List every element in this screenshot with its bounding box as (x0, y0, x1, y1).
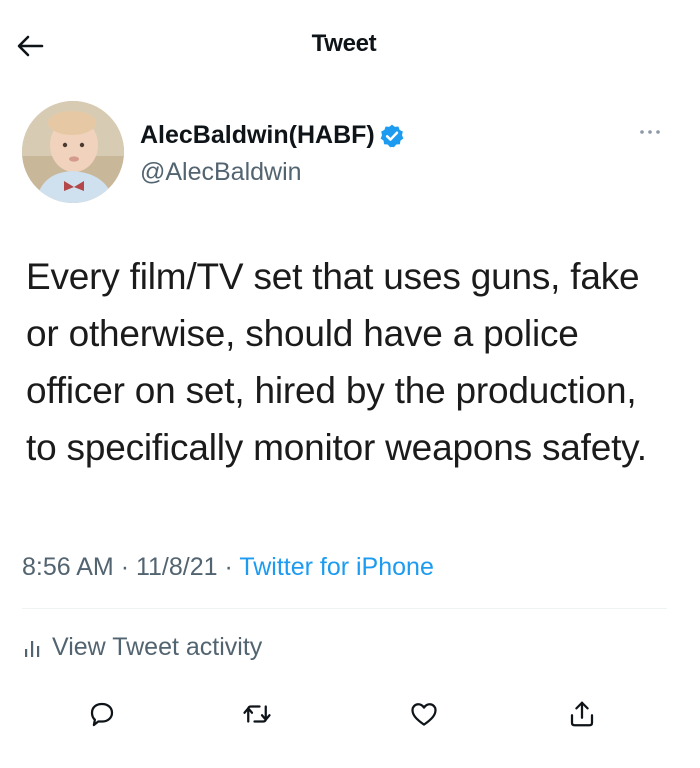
more-options-button[interactable] (636, 122, 664, 142)
tweet-time: 8:56 AM (22, 553, 114, 581)
meta-separator: · (120, 553, 130, 581)
page-title: Tweet (311, 30, 377, 57)
heart-icon (411, 703, 437, 726)
author-name-text: AlecBaldwin(HABF) (140, 121, 375, 149)
share-button[interactable] (562, 694, 602, 734)
tweet-header: Tweet (0, 0, 700, 90)
avatar-image (22, 101, 124, 203)
meta-separator: · (224, 553, 233, 581)
tweet-text: Every film/TV set that uses guns, fake o… (26, 256, 647, 468)
divider (22, 608, 667, 609)
retweet-icon (243, 705, 271, 723)
reply-button[interactable] (82, 694, 122, 734)
view-tweet-activity-link[interactable]: View Tweet activity (22, 633, 262, 662)
verified-badge-icon (380, 124, 404, 147)
tweet-date: 11/8/21 (135, 553, 218, 581)
author-handle[interactable]: @AlecBaldwin (140, 158, 302, 187)
tweet-source-link[interactable]: Twitter for iPhone (239, 553, 434, 581)
bar-chart-icon (25, 640, 40, 657)
author-display-name[interactable]: AlecBaldwin(HABF) (140, 121, 405, 150)
reply-icon (90, 702, 114, 727)
retweet-button[interactable] (237, 694, 277, 734)
like-button[interactable] (404, 694, 444, 734)
more-dots-icon (640, 130, 660, 134)
tweet-metadata: 8:56 AM · 11/8/21 · Twitter for iPhone (22, 553, 434, 582)
share-icon (570, 701, 594, 727)
activity-label: View Tweet activity (52, 633, 263, 661)
avatar[interactable] (22, 101, 124, 203)
